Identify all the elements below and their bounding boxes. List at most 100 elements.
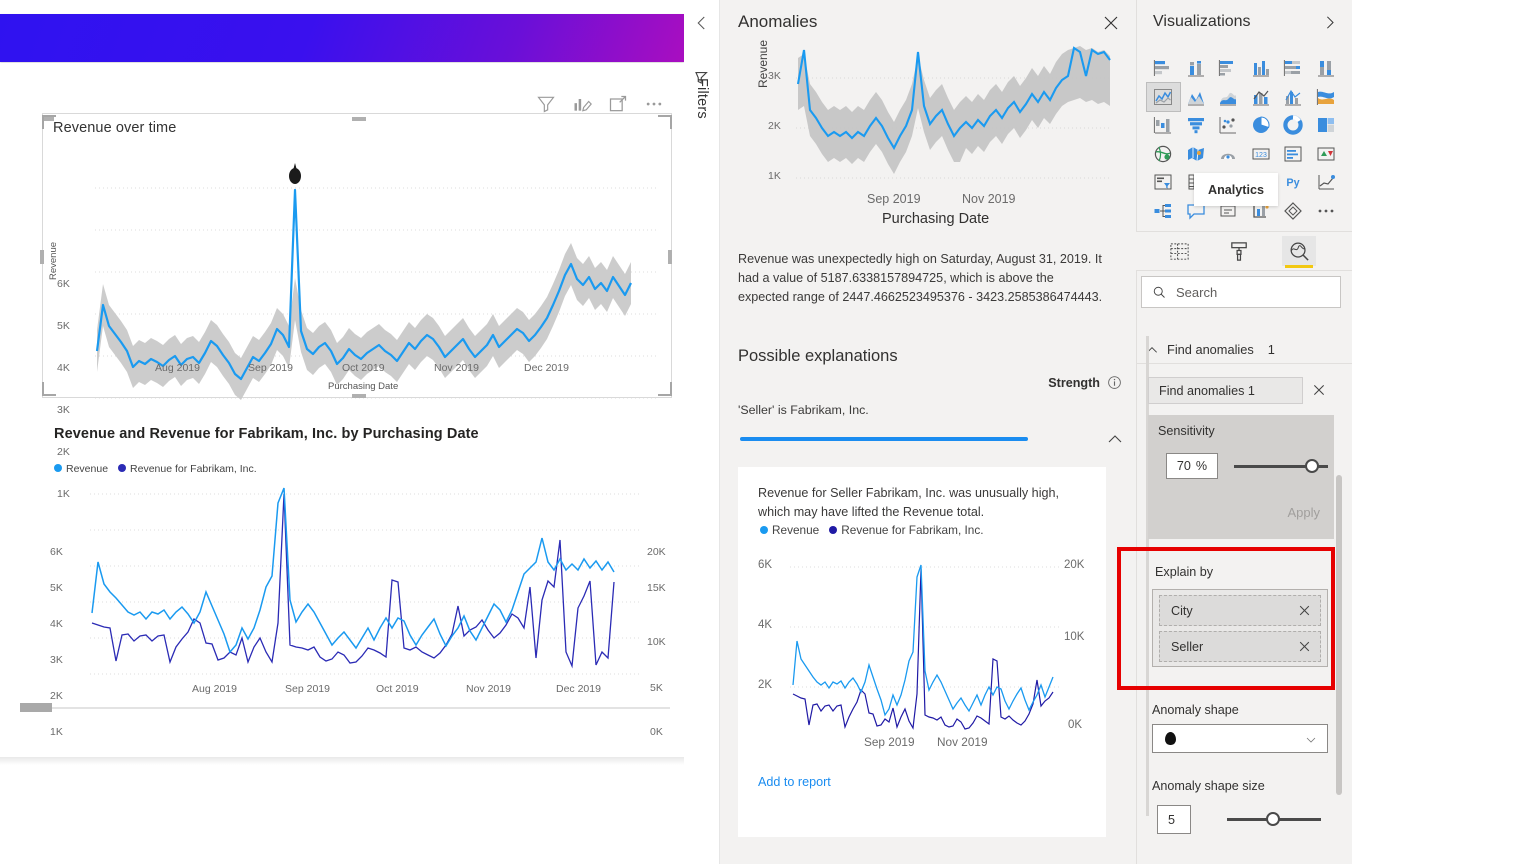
explain-by-chip-city[interactable]: City	[1159, 595, 1321, 626]
anomalies-chart-svg	[796, 46, 1111, 179]
visual-revenue-and-fabrikam[interactable]: Revenue and Revenue for Fabrikam, Inc. b…	[42, 420, 672, 738]
card-icon[interactable]: 123	[1245, 140, 1278, 169]
apply-button[interactable]: Apply	[1287, 505, 1320, 520]
area-chart-icon[interactable]	[1180, 83, 1213, 112]
scrollbar-thumb[interactable]	[20, 703, 52, 712]
v2-ytick-l-6k: 6K	[50, 546, 63, 558]
chevron-up-icon[interactable]	[1106, 430, 1124, 448]
anomaly-shape-size-label: Anomaly shape size	[1152, 779, 1265, 793]
stacked-bar-chart-icon[interactable]	[1147, 54, 1180, 83]
ribbon-chart-icon[interactable]	[1310, 83, 1343, 112]
tab-format[interactable]	[1222, 236, 1256, 266]
filters-rail[interactable]: Filters	[684, 0, 720, 864]
line-and-clustered-column-chart-icon[interactable]	[1277, 83, 1310, 112]
expl-ytick-10k: 10K	[1064, 631, 1085, 643]
possible-explanations-title: Possible explanations	[738, 347, 898, 365]
visual2-chart-svg	[90, 487, 642, 675]
sensitivity-slider-knob[interactable]	[1305, 459, 1319, 473]
v1-xtick-sep: Sep 2019	[248, 362, 293, 374]
tab-analytics[interactable]	[1282, 236, 1316, 268]
line-and-stacked-column-chart-icon[interactable]	[1245, 83, 1278, 112]
chevron-left-icon[interactable]	[693, 14, 711, 32]
canvas-bottom-shadow	[0, 757, 684, 765]
pie-chart-icon[interactable]	[1245, 111, 1278, 140]
filled-map-icon[interactable]	[1180, 140, 1213, 169]
get-more-visuals-icon[interactable]	[1277, 197, 1310, 226]
focus-mode-icon[interactable]	[608, 94, 628, 114]
expl-ytick-20k: 20K	[1064, 559, 1085, 571]
donut-chart-icon[interactable]	[1277, 111, 1310, 140]
chevron-down-icon[interactable]	[1305, 734, 1317, 746]
explain-by-chip-seller[interactable]: Seller	[1159, 631, 1321, 662]
more-options-icon[interactable]	[644, 94, 664, 114]
visual2-title: Revenue and Revenue for Fabrikam, Inc. b…	[54, 426, 479, 442]
v2-xtick-oct: Oct 2019	[376, 683, 419, 695]
anomaly-shape-size-input[interactable]: 5	[1157, 805, 1191, 834]
find-anomalies-section-header[interactable]: Find anomalies 1	[1136, 336, 1352, 364]
anomaly-shape-size-slider-knob[interactable]	[1266, 812, 1280, 826]
py-script-icon[interactable]: Py	[1277, 168, 1310, 197]
search-input[interactable]: Search	[1141, 276, 1341, 308]
map-icon[interactable]	[1147, 140, 1180, 169]
v1-yaxis-title: Revenue	[48, 241, 59, 280]
funnel-chart-icon[interactable]	[1180, 111, 1213, 140]
anom-xaxis-title: Purchasing Date	[882, 211, 990, 227]
decomposition-tree-icon[interactable]	[1147, 197, 1180, 226]
clustered-column-chart-icon[interactable]	[1245, 54, 1278, 83]
explain-by-field-well[interactable]: City Seller	[1152, 589, 1328, 667]
strength-label: Strength	[1048, 375, 1100, 390]
edit-chart-icon[interactable]	[572, 94, 592, 114]
waterfall-chart-icon[interactable]	[1147, 111, 1180, 140]
slicer-icon[interactable]	[1147, 168, 1180, 197]
clustered-bar-chart-icon[interactable]	[1212, 54, 1245, 83]
anomaly-shape-select[interactable]	[1152, 724, 1328, 753]
strength-header: Strength	[1048, 375, 1122, 390]
visualization-pane-tabs[interactable]	[1136, 231, 1352, 271]
v1-ytick-5k: 5K	[57, 320, 70, 332]
corner-tr[interactable]	[658, 115, 672, 129]
key-influencers-icon[interactable]	[1310, 168, 1343, 197]
100-stacked-column-chart-icon[interactable]	[1310, 54, 1343, 83]
treemap-icon[interactable]	[1310, 111, 1343, 140]
resize-handle-b[interactable]	[352, 394, 366, 398]
close-icon[interactable]	[1102, 14, 1120, 32]
fields-tab-icon	[1169, 242, 1189, 260]
analytics-pane-scrollbar[interactable]	[1336, 475, 1342, 795]
tab-fields[interactable]	[1162, 236, 1196, 266]
sensitivity-input[interactable]: 70 %	[1166, 453, 1218, 479]
v1-xtick-dec: Dec 2019	[524, 362, 569, 374]
visual-revenue-over-time[interactable]: Revenue over time 6K 5K 4K 3K 2K 1K	[42, 113, 672, 500]
kpi-icon[interactable]	[1310, 140, 1343, 169]
info-icon[interactable]	[1107, 375, 1122, 390]
close-icon[interactable]	[1312, 383, 1326, 397]
v2-xtick-sep: Sep 2019	[285, 683, 330, 695]
close-icon[interactable]	[1298, 640, 1311, 653]
resize-handle-t[interactable]	[352, 117, 366, 121]
analytics-tooltip: Analytics	[1194, 173, 1278, 206]
expl-ytick-2k: 2K	[758, 679, 773, 691]
canvas-horizontal-scrollbar[interactable]	[20, 703, 670, 713]
more-options-icon[interactable]	[1310, 197, 1343, 226]
corner-tl[interactable]	[42, 115, 56, 129]
chevron-right-icon[interactable]	[1321, 14, 1338, 31]
multi-row-card-icon[interactable]	[1277, 140, 1310, 169]
stacked-column-chart-icon[interactable]	[1180, 54, 1213, 83]
scatter-chart-icon[interactable]	[1212, 111, 1245, 140]
explanation-card-text: Revenue for Seller Fabrikam, Inc. was un…	[758, 486, 1059, 519]
analytics-tab-icon	[1290, 242, 1309, 261]
find-anomalies-chip[interactable]: Find anomalies 1	[1148, 377, 1303, 404]
filter-icon[interactable]	[536, 94, 556, 114]
corner-br[interactable]	[658, 382, 672, 396]
v2-ytick-l-3k: 3K	[50, 654, 63, 666]
resize-handle-r[interactable]	[668, 250, 672, 264]
explanation-chart: 6K 4K 2K 20K 10K 0K Sep 2019 Nov 2019	[748, 549, 1098, 769]
v2-ytick-r-0k: 0K	[650, 726, 663, 738]
line-chart-icon[interactable]	[1146, 81, 1181, 112]
resize-handle-l[interactable]	[40, 250, 44, 264]
add-to-report-link[interactable]: Add to report	[758, 775, 831, 789]
close-icon[interactable]	[1298, 604, 1311, 617]
100-stacked-bar-chart-icon[interactable]	[1277, 54, 1310, 83]
arcgis-map-icon[interactable]	[1212, 140, 1245, 169]
stacked-area-chart-icon[interactable]	[1212, 83, 1245, 112]
corner-bl[interactable]	[42, 382, 56, 396]
